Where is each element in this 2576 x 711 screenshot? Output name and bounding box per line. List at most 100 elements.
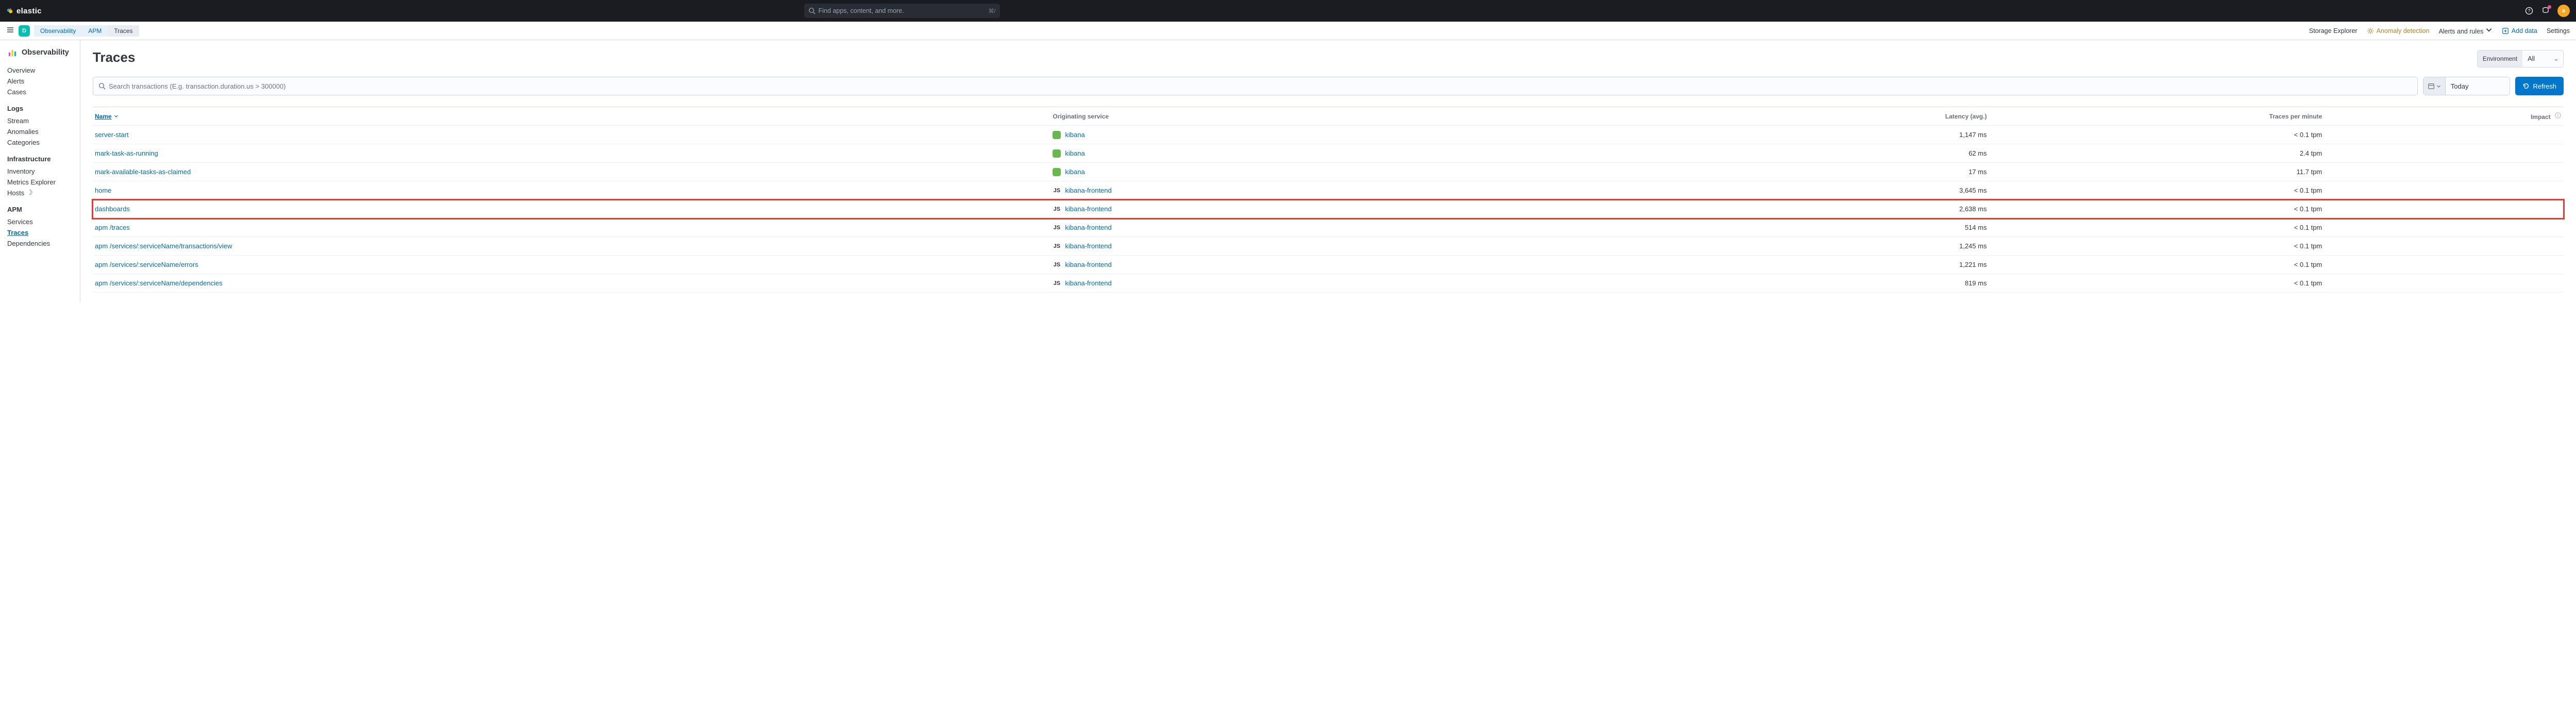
sidebar-item-stream[interactable]: Stream bbox=[7, 115, 80, 126]
date-picker[interactable]: Today bbox=[2423, 77, 2511, 95]
trace-name-link[interactable]: dashboards bbox=[95, 205, 130, 213]
latency-value: 1,245 ms bbox=[1959, 242, 1987, 250]
col-name[interactable]: Name bbox=[95, 113, 1053, 120]
global-header: elastic Find apps, content, and more. ⌘/… bbox=[0, 0, 2576, 22]
environment-label: Environment bbox=[2478, 50, 2522, 67]
sub-header: D Observability APM Traces Storage Explo… bbox=[0, 22, 2576, 40]
sidebar-item-overview[interactable]: Overview bbox=[7, 65, 80, 76]
table-row: mark-available-tasks-as-claimedkibana17 … bbox=[93, 163, 2564, 181]
service-link[interactable]: kibana-frontend bbox=[1065, 224, 1111, 231]
tpm-value: < 0.1 tpm bbox=[2294, 279, 2323, 287]
col-tpm[interactable]: Traces per minute bbox=[2269, 113, 2322, 120]
nodejs-icon bbox=[1053, 149, 1061, 158]
sidebar-item-hosts[interactable]: Hosts bbox=[7, 188, 80, 198]
environment-select[interactable]: Environment All ⌄ bbox=[2477, 50, 2564, 67]
query-bar[interactable] bbox=[93, 77, 2418, 95]
table-row: dashboardsJSkibana-frontend2,638 ms< 0.1… bbox=[93, 200, 2564, 218]
tpm-value: < 0.1 tpm bbox=[2294, 224, 2323, 231]
javascript-icon: JS bbox=[1053, 187, 1061, 195]
crumb-observability[interactable]: Observability bbox=[34, 25, 82, 37]
observability-icon bbox=[7, 47, 18, 58]
service-link[interactable]: kibana-frontend bbox=[1065, 261, 1111, 268]
user-avatar[interactable]: a bbox=[2557, 5, 2570, 17]
alerts-rules-menu[interactable]: Alerts and rules bbox=[2438, 26, 2492, 35]
sidebar-item-anomalies[interactable]: Anomalies bbox=[7, 126, 80, 137]
tpm-value: < 0.1 tpm bbox=[2294, 187, 2323, 194]
table-row: mark-task-as-runningkibana62 ms2.4 tpm bbox=[93, 144, 2564, 163]
space-selector[interactable]: D bbox=[19, 25, 30, 37]
sidebar-item-traces[interactable]: Traces bbox=[7, 227, 80, 238]
brand-logo[interactable]: elastic bbox=[6, 7, 42, 15]
tpm-value: < 0.1 tpm bbox=[2294, 242, 2323, 250]
chevron-down-icon bbox=[2485, 26, 2493, 33]
date-quick-select[interactable] bbox=[2424, 77, 2446, 95]
chevron-down-icon: ⌄ bbox=[2553, 55, 2563, 63]
table-row: apm /tracesJSkibana-frontend514 ms< 0.1 … bbox=[93, 218, 2564, 237]
trace-name-link[interactable]: apm /traces bbox=[95, 224, 130, 231]
service-link[interactable]: kibana-frontend bbox=[1065, 279, 1111, 287]
sidebar-item-metrics-explorer[interactable]: Metrics Explorer bbox=[7, 177, 80, 188]
trace-name-link[interactable]: apm /services/:serviceName/transactions/… bbox=[95, 242, 232, 250]
gear-icon bbox=[2367, 27, 2374, 35]
service-link[interactable]: kibana bbox=[1065, 168, 1084, 176]
tpm-value: < 0.1 tpm bbox=[2294, 205, 2323, 213]
newsfeed-icon[interactable] bbox=[2541, 6, 2550, 15]
trace-name-link[interactable]: home bbox=[95, 187, 112, 194]
sidebar-item-dependencies[interactable]: Dependencies bbox=[7, 238, 80, 249]
service-link[interactable]: kibana bbox=[1065, 149, 1084, 157]
calendar-icon bbox=[2428, 82, 2435, 90]
sidebar-title[interactable]: Observability bbox=[7, 47, 80, 58]
nodejs-icon bbox=[1053, 168, 1061, 176]
add-data-link[interactable]: Add data bbox=[2502, 27, 2537, 35]
elastic-logo-icon bbox=[6, 7, 13, 14]
sidebar: Observability OverviewAlertsCasesLogsStr… bbox=[0, 40, 80, 302]
sidebar-item-alerts[interactable]: Alerts bbox=[7, 76, 80, 87]
crumb-apm[interactable]: APM bbox=[82, 25, 108, 37]
col-impact[interactable]: Impact bbox=[2531, 112, 2562, 121]
service-link[interactable]: kibana-frontend bbox=[1065, 205, 1111, 213]
trace-name-link[interactable]: apm /services/:serviceName/dependencies bbox=[95, 279, 223, 287]
col-latency[interactable]: Latency (avg.) bbox=[1945, 113, 1987, 120]
service-link[interactable]: kibana bbox=[1065, 131, 1084, 139]
help-icon[interactable]: ? bbox=[2524, 6, 2534, 15]
tpm-value: 11.7 tpm bbox=[2297, 168, 2323, 176]
latency-value: 2,638 ms bbox=[1959, 205, 1987, 213]
service-link[interactable]: kibana-frontend bbox=[1065, 242, 1111, 250]
refresh-button[interactable]: Refresh bbox=[2515, 77, 2564, 95]
service-link[interactable]: kibana-frontend bbox=[1065, 187, 1111, 194]
add-data-label: Add data bbox=[2512, 27, 2537, 35]
anomaly-detection-link[interactable]: Anomaly detection bbox=[2367, 27, 2430, 35]
refresh-icon bbox=[2522, 82, 2530, 90]
environment-value: All bbox=[2522, 55, 2553, 62]
col-service[interactable]: Originating service bbox=[1053, 113, 1651, 120]
alerts-rules-label: Alerts and rules bbox=[2438, 28, 2483, 35]
nav-toggle-button[interactable] bbox=[6, 26, 14, 36]
svg-text:?: ? bbox=[2528, 8, 2530, 13]
sidebar-item-services[interactable]: Services bbox=[7, 216, 80, 227]
header-icons: ? a bbox=[2524, 5, 2570, 17]
trace-name-link[interactable]: mark-available-tasks-as-claimed bbox=[95, 168, 191, 176]
trace-name-link[interactable]: mark-task-as-running bbox=[95, 149, 158, 157]
global-search-placeholder: Find apps, content, and more. bbox=[819, 7, 904, 14]
settings-link[interactable]: Settings bbox=[2547, 27, 2570, 35]
storage-explorer-link[interactable]: Storage Explorer bbox=[2309, 27, 2358, 35]
trace-name-link[interactable]: apm /services/:serviceName/errors bbox=[95, 261, 198, 268]
query-input[interactable] bbox=[109, 82, 2412, 90]
sidebar-item-categories[interactable]: Categories bbox=[7, 137, 80, 148]
sidebar-item-cases[interactable]: Cases bbox=[7, 87, 80, 97]
table-row: server-startkibana1,147 ms< 0.1 tpm bbox=[93, 126, 2564, 144]
brand-text: elastic bbox=[16, 7, 42, 15]
javascript-icon: JS bbox=[1053, 261, 1061, 269]
trace-name-link[interactable]: server-start bbox=[95, 131, 129, 139]
table-row: apm /services/:serviceName/errors JS kiban… bbox=[93, 256, 2564, 274]
sidebar-title-label: Observability bbox=[22, 48, 69, 57]
col-impact-label: Impact bbox=[2531, 113, 2551, 121]
global-search[interactable]: Find apps, content, and more. ⌘/ bbox=[804, 4, 1000, 18]
refresh-label: Refresh bbox=[2533, 82, 2556, 90]
table-row: homeJSkibana-frontend3,645 ms< 0.1 tpm bbox=[93, 181, 2564, 200]
sidebar-item-inventory[interactable]: Inventory bbox=[7, 166, 80, 177]
page-title: Traces bbox=[93, 49, 135, 65]
crumb-traces: Traces bbox=[108, 25, 139, 37]
traces-table: Name Originating service Latency (avg.) … bbox=[93, 107, 2564, 293]
javascript-icon: JS bbox=[1053, 279, 1061, 287]
